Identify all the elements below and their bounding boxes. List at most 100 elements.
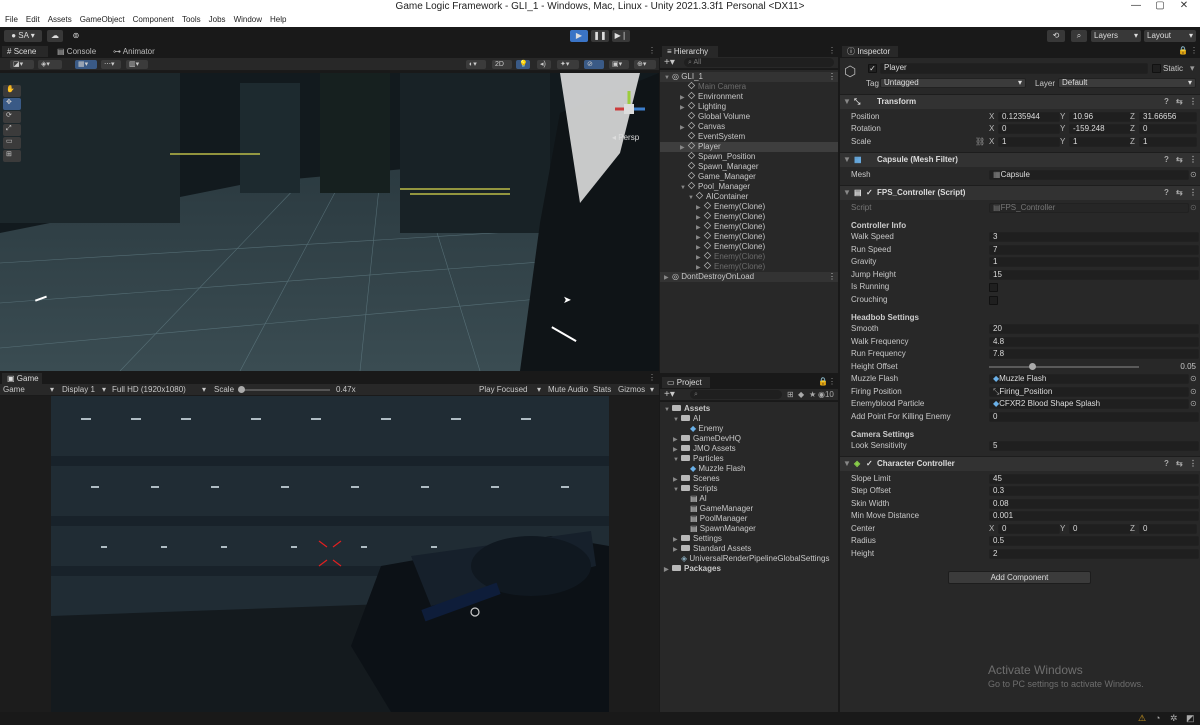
- layer-dropdown[interactable]: Default ▾: [1058, 78, 1196, 88]
- mesh-filter-component-header[interactable]: ▼ ▦ Capsule (Mesh Filter) ? ⇆ ⋮: [840, 152, 1200, 167]
- notification-icon[interactable]: ◩: [1186, 713, 1195, 724]
- scale-y-field[interactable]: 1: [1069, 137, 1131, 147]
- project-item[interactable]: ▶ JMO Assets: [673, 444, 736, 454]
- transform-component-header[interactable]: ▼ ⤡ Transform ? ⇆ ⋮: [840, 94, 1200, 109]
- 2d-toggle[interactable]: 2D: [492, 60, 512, 69]
- foldout-arrow-icon[interactable]: ▼: [673, 485, 681, 495]
- height-offset-slider[interactable]: [989, 363, 1139, 370]
- height-field[interactable]: 2: [989, 549, 1199, 559]
- tab-project[interactable]: ▭ Project: [662, 377, 710, 388]
- menu-assets[interactable]: Assets: [43, 14, 75, 24]
- object-picker-icon[interactable]: ⊙: [1190, 386, 1197, 398]
- character-controller-component-header[interactable]: ▼ ◈ ✓ Character Controller ? ⇆ ⋮: [840, 456, 1200, 471]
- min-move-distance-field[interactable]: 0.001: [989, 511, 1199, 521]
- lock-icon[interactable]: 🔒: [1178, 46, 1188, 55]
- chevron-down-icon[interactable]: ▾: [1190, 63, 1195, 74]
- project-item[interactable]: ▶ Packages: [664, 564, 721, 574]
- more-options-icon[interactable]: ⋮: [1190, 46, 1198, 55]
- is-running-checkbox[interactable]: [989, 283, 998, 292]
- more-options-icon[interactable]: ⋮: [828, 377, 836, 386]
- scale-tool-icon[interactable]: ⤢: [3, 124, 21, 136]
- static-checkbox[interactable]: [1152, 64, 1161, 73]
- hierarchy-item[interactable]: ▶ Enemy(Clone): [660, 252, 838, 262]
- object-picker-icon[interactable]: ⊙: [1190, 169, 1197, 181]
- history-icon[interactable]: ⟲: [1047, 30, 1065, 42]
- menu-edit[interactable]: Edit: [21, 14, 43, 24]
- warning-icon[interactable]: ⚠: [1138, 713, 1146, 724]
- tab-inspector[interactable]: ⓘ Inspector: [842, 46, 898, 57]
- rotation-x-field[interactable]: 0: [998, 124, 1060, 134]
- stats-toggle[interactable]: Stats: [593, 385, 611, 394]
- object-picker-icon[interactable]: ⊙: [1190, 398, 1197, 410]
- perspective-label[interactable]: ◂ Persp: [612, 133, 639, 142]
- component-menu-icon[interactable]: ⋮: [1189, 153, 1197, 167]
- hierarchy-search-input[interactable]: ⌕ All: [684, 58, 834, 67]
- hierarchy-item[interactable]: Global Volume: [660, 112, 838, 122]
- align-icon[interactable]: ▥▾: [126, 60, 148, 69]
- game-mode-dropdown[interactable]: Game ▾: [3, 385, 55, 394]
- project-item[interactable]: ▤ GameManager: [682, 504, 753, 514]
- skin-width-field[interactable]: 0.08: [989, 499, 1199, 509]
- menu-help[interactable]: Help: [265, 14, 289, 24]
- hierarchy-item[interactable]: Main Camera: [660, 82, 838, 92]
- hierarchy-item[interactable]: Spawn_Position: [660, 152, 838, 162]
- help-icon[interactable]: ?: [1164, 153, 1169, 167]
- hierarchy-item[interactable]: ▶ Lighting: [660, 102, 838, 112]
- project-item[interactable]: ▤ SpawnManager: [682, 524, 756, 534]
- menu-window[interactable]: Window: [229, 14, 265, 24]
- project-item[interactable]: ▼ Particles: [673, 454, 724, 464]
- project-item[interactable]: ▶ Standard Assets: [673, 544, 751, 554]
- gravity-field[interactable]: 1: [989, 257, 1199, 267]
- menu-gameobject[interactable]: GameObject: [75, 14, 128, 24]
- shading-icon[interactable]: ◐▾: [466, 60, 486, 69]
- tab-game[interactable]: ▣ Game: [2, 373, 42, 384]
- tab-console[interactable]: ▤ Console: [52, 46, 104, 57]
- mute-audio-toggle[interactable]: Mute Audio: [548, 385, 588, 394]
- camera-settings-icon[interactable]: ▣▾: [609, 60, 629, 69]
- scale-z-field[interactable]: 1: [1139, 137, 1197, 147]
- resolution-dropdown[interactable]: Full HD (1920x1080) ▾: [112, 385, 208, 394]
- menu-component[interactable]: Component: [128, 14, 177, 24]
- project-item[interactable]: ▶ Scenes: [673, 474, 720, 484]
- hierarchy-item[interactable]: ▶ Enemy(Clone): [660, 202, 838, 212]
- hierarchy-item[interactable]: ▶ Enemy(Clone): [660, 212, 838, 222]
- tab-hierarchy[interactable]: ≡ Hierarchy: [662, 46, 718, 57]
- play-focused-dropdown[interactable]: Play Focused ▾: [479, 385, 543, 394]
- hierarchy-item[interactable]: ▶ Enemy(Clone): [660, 222, 838, 232]
- run-frequency-field[interactable]: 7.8: [989, 349, 1199, 359]
- muzzle-flash-field[interactable]: ◆Muzzle Flash: [989, 374, 1189, 384]
- lock-icon[interactable]: 🔒: [818, 377, 828, 386]
- component-menu-icon[interactable]: ⋮: [1189, 186, 1197, 200]
- enemyblood-field[interactable]: ◆CFXR2 Blood Shape Splash: [989, 399, 1189, 409]
- center-y-field[interactable]: 0: [1069, 524, 1131, 534]
- debug-icon[interactable]: ✲: [1170, 713, 1178, 724]
- scene-viewport[interactable]: ✋ ✥ ⟳ ⤢ ▭ ⊞ ◂ Persp ➤: [0, 73, 659, 371]
- scale-x-field[interactable]: 1: [998, 137, 1060, 147]
- preset-icon[interactable]: ⇆: [1176, 457, 1183, 471]
- help-icon[interactable]: ?: [1164, 186, 1169, 200]
- crouching-checkbox[interactable]: [989, 296, 998, 305]
- filter-icon[interactable]: ⊞: [787, 390, 794, 399]
- step-button[interactable]: ▶❘: [612, 30, 630, 42]
- menu-file[interactable]: File: [0, 14, 21, 24]
- play-button[interactable]: ▶: [570, 30, 588, 42]
- star-icon[interactable]: ★: [809, 390, 816, 399]
- lighting-toggle-icon[interactable]: 💡: [516, 60, 530, 69]
- component-menu-icon[interactable]: ⋮: [1189, 95, 1197, 109]
- center-z-field[interactable]: 0: [1139, 524, 1197, 534]
- tag-dropdown[interactable]: Untagged ▾: [880, 78, 1026, 88]
- active-checkbox[interactable]: ✓: [868, 64, 877, 73]
- grid-snap-icon[interactable]: ▦▾: [75, 60, 97, 69]
- hand-tool-icon[interactable]: ✋: [3, 85, 21, 97]
- hierarchy-item[interactable]: Game_Manager: [660, 172, 838, 182]
- transform-tool-icon[interactable]: ⊞: [3, 150, 21, 162]
- pause-button[interactable]: ❚❚: [591, 30, 609, 42]
- foldout-arrow-icon[interactable]: ▼: [673, 455, 681, 465]
- firing-position-field[interactable]: ⤡Firing_Position: [989, 387, 1189, 397]
- effects-icon[interactable]: ✦▾: [557, 60, 579, 69]
- walk-frequency-field[interactable]: 4.8: [989, 337, 1199, 347]
- jump-height-field[interactable]: 15: [989, 270, 1199, 280]
- snap-increment-icon[interactable]: ⋯▾: [101, 60, 121, 69]
- scale-slider[interactable]: [238, 386, 330, 393]
- position-y-field[interactable]: 10.96: [1069, 112, 1131, 122]
